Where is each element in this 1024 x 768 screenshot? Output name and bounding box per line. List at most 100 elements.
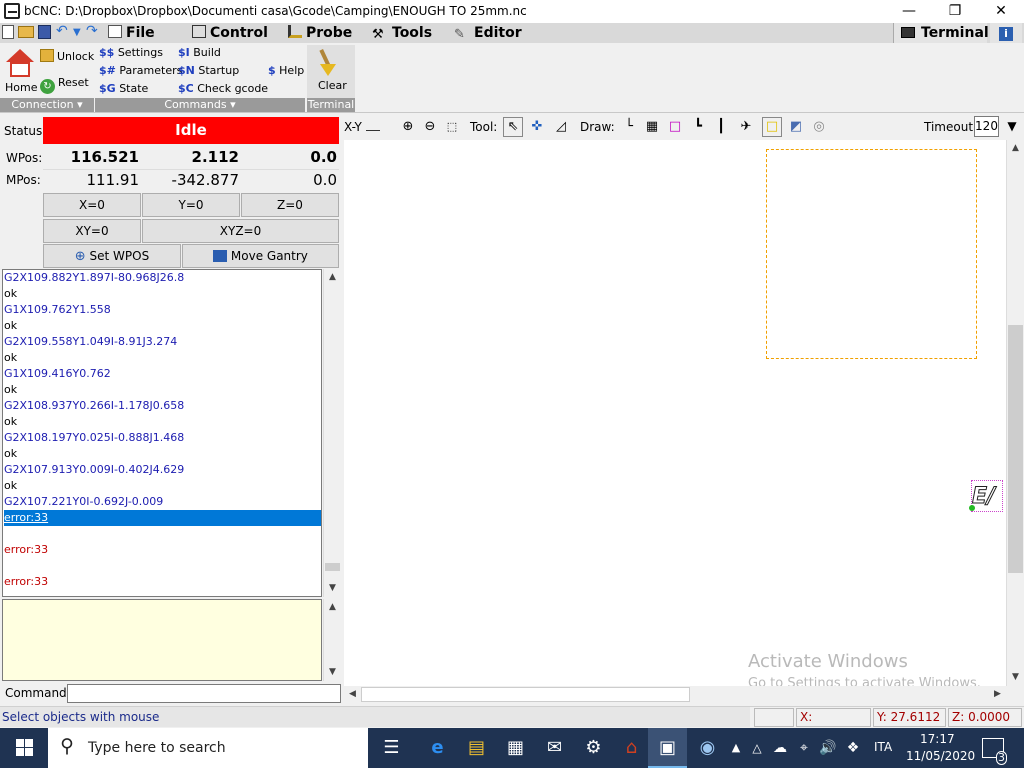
info-button[interactable]: i	[990, 23, 1022, 43]
terminal-line[interactable]: ok	[4, 286, 321, 302]
save-icon[interactable]	[38, 25, 51, 39]
parameters-button[interactable]: $# Parameters	[99, 64, 182, 78]
terminal-error-line[interactable]: error:33	[4, 510, 321, 526]
menu-file[interactable]: File	[108, 24, 155, 42]
tray-chevron-up-icon[interactable]: ▲	[728, 728, 744, 768]
terminal-line[interactable]: ok	[4, 446, 321, 462]
unlock-button[interactable]: Unlock	[40, 49, 94, 64]
zero-x-button[interactable]: X=0	[43, 193, 141, 217]
command-input[interactable]	[67, 684, 341, 703]
bcnc-taskbar-icon[interactable]: ▣	[648, 728, 687, 768]
undo-icon[interactable]: ↶	[56, 23, 68, 39]
wpos-x-value[interactable]: 116.521	[44, 148, 139, 166]
wpos-y-value[interactable]: 2.112	[144, 148, 239, 166]
canvas-vscroll[interactable]: ▲ ▼	[1006, 140, 1023, 686]
minimize-button[interactable]: —	[886, 0, 932, 23]
gcode-canvas[interactable]: E/ Activate Windows Go to Settings to ac…	[344, 140, 1006, 691]
workarea-icon[interactable]: ┗	[688, 117, 708, 137]
scroll-down-icon[interactable]: ▼	[324, 580, 341, 597]
taskbar-search-box[interactable]: ⚲ Type here to search	[48, 728, 368, 768]
menu-probe[interactable]: Probe	[288, 24, 352, 42]
terminal-line[interactable]: G2X108.937Y0.266I-1.178J0.658	[4, 398, 321, 414]
margins-icon[interactable]: □	[665, 117, 685, 137]
terminal-line[interactable]: G2X109.558Y1.049I-8.91J3.274	[4, 334, 321, 350]
app-house-icon[interactable]: ⌂	[612, 728, 651, 768]
gcode-path-preview[interactable]: E/	[971, 480, 1003, 512]
terminal-error-line[interactable]: error:33	[4, 542, 321, 558]
store-icon[interactable]: ▦	[496, 728, 535, 768]
file-explorer-icon[interactable]: ▤	[457, 728, 496, 768]
redo-icon[interactable]: ↷	[86, 23, 98, 39]
menu-editor[interactable]: ✎ Editor	[454, 24, 522, 42]
zero-xyz-button[interactable]: XYZ=0	[142, 219, 339, 243]
home-button[interactable]: Home	[2, 47, 38, 97]
scroll-right-icon[interactable]: ▶	[989, 686, 1006, 703]
state-button[interactable]: $G State	[99, 82, 148, 96]
zero-xy-button[interactable]: XY=0	[43, 219, 141, 243]
pan-tool-icon[interactable]: ✜	[527, 117, 547, 137]
scroll-up-icon[interactable]: ▲	[324, 269, 341, 286]
build-button[interactable]: $I Build	[178, 46, 221, 60]
terminal-line[interactable]: G2X109.882Y1.897I-80.968J26.8	[4, 270, 321, 286]
scroll-down-icon[interactable]: ▼	[1007, 669, 1024, 686]
open-folder-icon[interactable]	[18, 26, 34, 38]
startup-button[interactable]: $N Startup	[178, 64, 239, 78]
zero-z-button[interactable]: Z=0	[241, 193, 339, 217]
terminal-line[interactable]: G2X107.913Y0.009I-0.402J4.629	[4, 462, 321, 478]
orient-icon[interactable]: ◎	[809, 117, 829, 137]
scroll-left-icon[interactable]: ◀	[344, 686, 361, 703]
terminal-line[interactable]: ok	[4, 350, 321, 366]
terminal-line[interactable]: G1X109.762Y1.558	[4, 302, 321, 318]
canvas-hscroll[interactable]: ◀ ▶	[344, 686, 1006, 703]
ruler-tool-icon[interactable]: ◿	[551, 117, 571, 137]
grid-icon[interactable]: ▦	[642, 117, 662, 137]
check-gcode-button[interactable]: $C Check gcode	[178, 82, 268, 96]
scroll-up-icon[interactable]: ▲	[324, 599, 341, 616]
restore-button[interactable]: ❐	[932, 0, 978, 23]
camera-icon[interactable]: ◩	[786, 117, 806, 137]
clear-button[interactable]: Clear	[307, 45, 355, 98]
tab-terminal[interactable]: Terminal	[893, 23, 989, 43]
group-connection[interactable]: Connection ▾	[0, 98, 94, 112]
terminal-error-line[interactable]: error:33	[4, 574, 321, 590]
menu-control[interactable]: Control	[192, 24, 268, 42]
timeout-dropdown-icon[interactable]: ▼	[1002, 116, 1022, 137]
terminal-output[interactable]: G2X109.882Y1.897I-80.968J26.8 ok G1X109.76…	[2, 269, 322, 597]
paths-icon[interactable]: □	[762, 117, 782, 137]
clock-date[interactable]: 11/05/2020	[906, 749, 975, 763]
command-history-box[interactable]	[2, 599, 322, 681]
zoom-in-icon[interactable]: ⊕	[398, 117, 418, 137]
help-button[interactable]: $ Help	[268, 64, 304, 78]
menu-tools[interactable]: ⚒ Tools	[372, 24, 432, 42]
zoom-out-icon[interactable]: ⊖	[420, 117, 440, 137]
probe-draw-icon[interactable]: ┃	[711, 117, 731, 137]
zoom-fit-icon[interactable]: ⬚	[442, 117, 462, 137]
notification-center-button[interactable]: 3	[982, 738, 1007, 765]
volume-icon[interactable]: 🔊	[818, 728, 838, 768]
input-language[interactable]: ITA	[874, 740, 892, 754]
clock-time[interactable]: 17:17	[920, 732, 955, 746]
terminal-line[interactable]: ok	[4, 478, 321, 494]
settings-gear-icon[interactable]: ⚙	[574, 728, 613, 768]
scroll-up-icon[interactable]: ▲	[1007, 140, 1024, 157]
close-button[interactable]: ✕	[978, 0, 1024, 23]
zero-y-button[interactable]: Y=0	[142, 193, 240, 217]
move-gantry-button[interactable]: Move Gantry	[182, 244, 339, 268]
terminal-line[interactable]: ok	[4, 414, 321, 430]
group-commands[interactable]: Commands ▾	[95, 98, 305, 112]
cloud-icon[interactable]: ☁	[770, 728, 790, 768]
axes-icon[interactable]: └	[619, 117, 639, 137]
canvas-vscroll-thumb[interactable]	[1008, 325, 1023, 573]
terminal-line[interactable]: ok	[4, 318, 321, 334]
scroll-thumb[interactable]	[325, 563, 340, 571]
settings-button[interactable]: $$ Settings	[99, 46, 163, 60]
command-box-scrollbar[interactable]: ▲ ▼	[323, 599, 340, 681]
tray-network-icon[interactable]: △	[748, 728, 766, 768]
view-select[interactable]: X-Y	[344, 118, 392, 136]
set-wpos-button[interactable]: ⊕ Set WPOS	[43, 244, 181, 268]
rapid-motion-icon[interactable]: ✈	[736, 117, 756, 137]
start-button[interactable]	[4, 728, 44, 768]
canvas-hscroll-thumb[interactable]	[361, 687, 690, 702]
edge-browser-icon[interactable]: e	[418, 728, 457, 768]
terminal-scrollbar[interactable]: ▲ ▼	[323, 269, 340, 597]
